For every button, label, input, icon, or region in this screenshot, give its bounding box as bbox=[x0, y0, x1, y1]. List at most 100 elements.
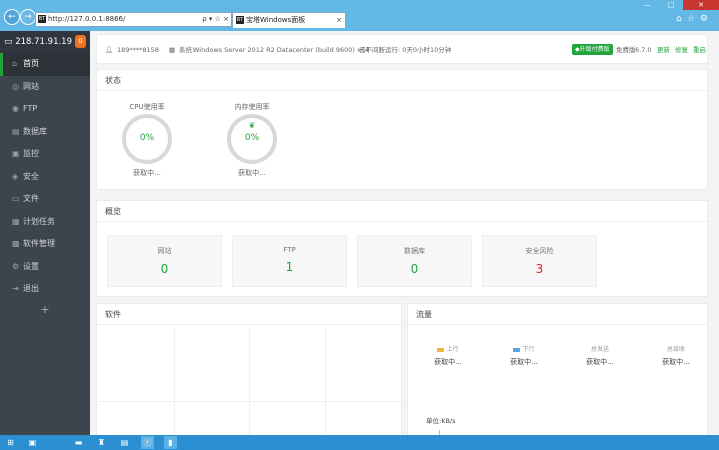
tab-close-icon[interactable]: × bbox=[336, 13, 342, 27]
folder-icon[interactable]: ▬ bbox=[72, 436, 85, 449]
traffic-stat-value: 获取中... bbox=[510, 358, 538, 366]
sidebar-item-3[interactable]: ▤ 数据库 bbox=[0, 121, 90, 144]
overview-card-2[interactable]: 数据库 0 bbox=[357, 235, 472, 287]
minimize-button[interactable]: — bbox=[635, 0, 659, 10]
browser-chrome: ← → BT http://127.0.0.1:8866/ ρ ▾ ☆ × BT 宝… bbox=[0, 0, 719, 31]
traffic-stat-2: 总发送 获取中... bbox=[570, 344, 630, 367]
back-button[interactable]: ← bbox=[4, 9, 20, 25]
memory-gauge[interactable]: 内存使用率 ❦ 0% 获取中... bbox=[217, 102, 287, 178]
home-icon[interactable]: ⌂ bbox=[676, 14, 687, 24]
sidebar-item-label: 设置 bbox=[23, 261, 39, 271]
repair-link[interactable]: 修复 bbox=[675, 35, 688, 65]
tab-favicon-icon: BT bbox=[236, 16, 244, 24]
start-icon[interactable]: ⊞ bbox=[4, 436, 17, 449]
database-icon: ▤ bbox=[12, 126, 20, 136]
traffic-stat-label: 总发送 bbox=[590, 346, 609, 353]
memory-status: 获取中... bbox=[238, 169, 266, 177]
address-bar[interactable]: BT http://127.0.0.1:8866/ ρ ▾ ☆ × bbox=[35, 12, 232, 27]
traffic-panel: 流量 上行获取中... 下行获取中... 总发送 获取中... 总接收 获取中... 单位… bbox=[407, 303, 708, 435]
traffic-stat-label: 下行 bbox=[522, 346, 535, 353]
terminal-icon[interactable]: ▮ bbox=[164, 436, 177, 449]
user-icon: 👤︎ bbox=[105, 46, 114, 54]
sidebar-item-7[interactable]: ▦ 计划任务 bbox=[0, 211, 90, 234]
overview-card-label: 安全风险 bbox=[525, 247, 554, 255]
cpu-value: 0% bbox=[139, 133, 155, 143]
window-controls: — □ ✕ bbox=[635, 0, 719, 10]
traffic-stat-1: 下行获取中... bbox=[494, 344, 554, 367]
overview-card-label: FTP bbox=[283, 246, 296, 254]
apps-icon: ▩ bbox=[12, 239, 20, 248]
sidebar-item-1[interactable]: ◎ 网站 bbox=[0, 76, 90, 99]
cpu-label: CPU使用率 bbox=[129, 103, 165, 111]
traffic-stat-label: 上行 bbox=[446, 346, 459, 353]
sidebar-item-2[interactable]: ◉ FTP bbox=[0, 98, 90, 121]
overview-card-value: 1 bbox=[285, 260, 294, 274]
browser-tab[interactable]: BT 宝塔Windows面板 × bbox=[232, 12, 346, 28]
memory-cleanup-icon[interactable]: ❦ bbox=[231, 121, 273, 130]
address-controls[interactable]: ρ ▾ ☆ × bbox=[202, 13, 229, 26]
sidebar-item-8[interactable]: ▩ 软件管理 bbox=[0, 233, 90, 256]
home-icon: ⌂ bbox=[12, 59, 18, 68]
site-favicon-icon: BT bbox=[38, 15, 46, 23]
sidebar-item-label: 文件 bbox=[23, 194, 39, 203]
memory-ring: ❦ 0% bbox=[227, 114, 277, 164]
restart-link[interactable]: 重启 bbox=[693, 35, 706, 65]
file-icon: ▭ bbox=[12, 194, 20, 203]
software-panel: 软件 bbox=[96, 303, 402, 435]
sidebar-item-6[interactable]: ▭ 文件 bbox=[0, 188, 90, 211]
main-content: 👤︎ 189****8158 ▦ 系统: Windows Server 2012… bbox=[90, 31, 719, 435]
traffic-title: 流量 bbox=[408, 304, 707, 325]
tab-title: 宝塔Windows面板 bbox=[246, 16, 306, 24]
explorer-icon[interactable]: ▣ bbox=[26, 436, 39, 449]
forward-button[interactable]: → bbox=[20, 9, 36, 25]
status-panel: 状态 CPU使用率 0% 获取中... 内存使用率 ❦ 0% 获取中... bbox=[96, 69, 708, 190]
sidebar-item-label: 退出 bbox=[23, 284, 39, 293]
traffic-unit-label: 单位:KB/s bbox=[426, 417, 456, 425]
host-ip: 218.71.91.19 bbox=[15, 37, 72, 47]
overview-card-1[interactable]: FTP 1 bbox=[232, 235, 347, 287]
sidebar-item-4[interactable]: ▣ 监控 bbox=[0, 143, 90, 166]
ftp-icon: ◉ bbox=[12, 104, 19, 113]
sidebar-item-10[interactable]: ⇥ 退出 bbox=[0, 278, 90, 301]
notification-badge[interactable]: 0 bbox=[75, 35, 86, 48]
memory-label: 内存使用率 bbox=[234, 103, 270, 111]
sidebar-item-label: 网站 bbox=[23, 81, 39, 91]
sidebar-item-label: 首页 bbox=[23, 59, 39, 68]
ie-icon[interactable]: ⓔ bbox=[141, 436, 154, 449]
logout-icon: ⇥ bbox=[12, 284, 19, 293]
cpu-gauge[interactable]: CPU使用率 0% 获取中... bbox=[112, 102, 182, 178]
system-info: Windows Server 2012 R2 Datacenter (build… bbox=[193, 46, 370, 54]
sidebar-item-label: 监控 bbox=[23, 149, 39, 158]
sidebar-item-5[interactable]: ◈ 安全 bbox=[0, 166, 90, 189]
edition-label: 免费版 bbox=[616, 46, 636, 54]
close-window-button[interactable]: ✕ bbox=[683, 0, 719, 10]
maximize-button[interactable]: □ bbox=[659, 0, 683, 10]
shield-icon: ◈ bbox=[12, 171, 19, 181]
url-text: http://127.0.0.1:8866/ bbox=[48, 15, 126, 23]
sidebar-header: ▭ 218.71.91.19 0 bbox=[0, 31, 90, 53]
sidebar-item-label: FTP bbox=[23, 104, 38, 113]
traffic-stat-3: 总接收 获取中... bbox=[646, 344, 706, 367]
sidebar-item-label: 软件管理 bbox=[23, 239, 55, 248]
legend-swatch bbox=[513, 347, 521, 352]
upgrade-button[interactable]: ◆升级付费版 bbox=[572, 44, 613, 55]
server-info-bar: 👤︎ 189****8158 ▦ 系统: Windows Server 2012… bbox=[96, 34, 708, 64]
server-manager-icon[interactable]: ♜ bbox=[95, 436, 108, 449]
overview-card-label: 网站 bbox=[157, 247, 172, 255]
sidebar-item-label: 数据库 bbox=[23, 126, 47, 136]
update-link[interactable]: 更新 bbox=[657, 35, 670, 65]
monitor-icon: ▣ bbox=[12, 149, 20, 158]
overview-card-3[interactable]: 安全风险 3 bbox=[482, 235, 597, 287]
sidebar-item-9[interactable]: ⚙ 设置 bbox=[0, 256, 90, 279]
sidebar-item-label: 计划任务 bbox=[23, 216, 55, 226]
calendar-icon: ▦ bbox=[12, 216, 20, 226]
tools-icon[interactable]: ▤ bbox=[118, 436, 131, 449]
overview-card-0[interactable]: 网站 0 bbox=[107, 235, 222, 287]
sidebar-item-0[interactable]: ⌂ 首页 bbox=[0, 53, 90, 76]
favorites-star-icon[interactable]: ☆ bbox=[687, 14, 700, 24]
traffic-stat-label: 总接收 bbox=[666, 346, 685, 353]
add-menu-button[interactable]: + bbox=[0, 303, 90, 316]
uptime-text: 已不间断运行: 0天0小时10分钟 bbox=[359, 46, 452, 54]
memory-value: 0% bbox=[244, 133, 260, 143]
settings-gear-icon[interactable]: ⚙ bbox=[700, 14, 713, 24]
